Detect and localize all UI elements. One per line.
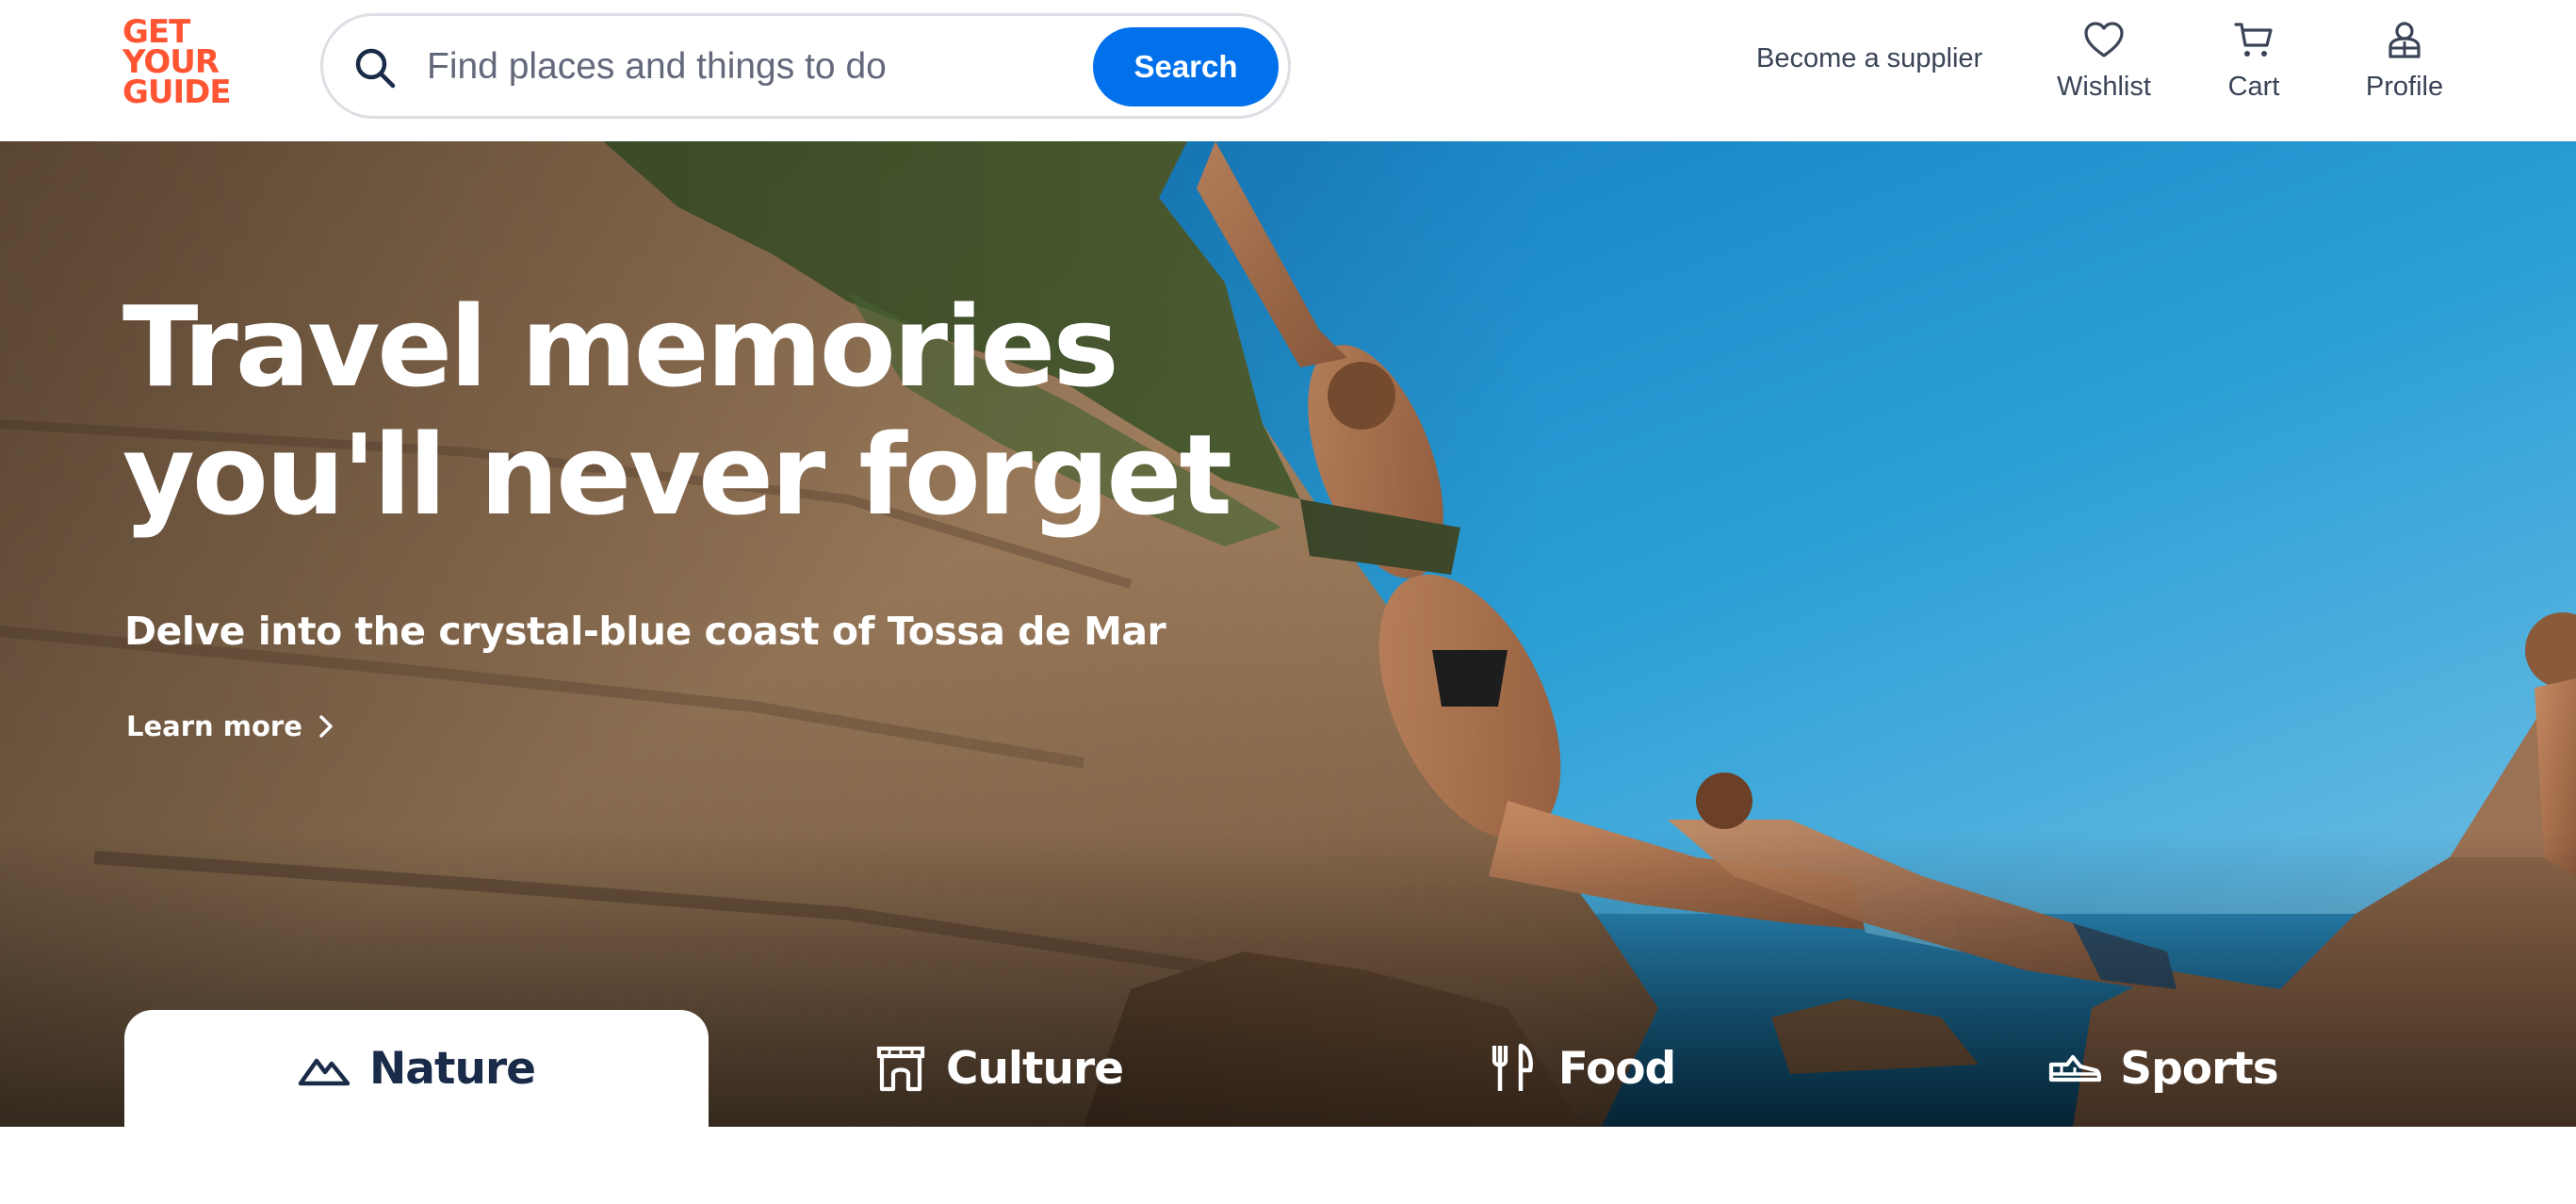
fork-knife-icon: [1492, 1043, 1533, 1091]
content-area: [0, 1127, 2576, 1204]
search-icon: [355, 48, 396, 89]
tab-sports[interactable]: Sports: [1871, 1010, 2455, 1127]
hero-banner: Travel memories you'll never forget Delv…: [0, 141, 2576, 1127]
sneaker-icon: [2049, 1054, 2102, 1082]
become-supplier-link[interactable]: Become a supplier: [1756, 43, 1982, 74]
hero-title-line-2: you'll never forget: [122, 410, 1232, 540]
tab-culture[interactable]: Culture: [707, 1010, 1291, 1127]
tab-food[interactable]: Food: [1289, 1010, 1873, 1127]
logo-line-3: GUIDE: [122, 73, 232, 111]
tab-culture-label: Culture: [945, 1042, 1124, 1095]
mountain-icon: [298, 1058, 351, 1086]
top-header: GET YOUR GUIDE Search Become a supplier …: [0, 0, 2576, 141]
hero-title: Travel memories you'll never forget: [122, 283, 1253, 539]
tab-sports-label: Sports: [2120, 1042, 2278, 1095]
chevron-right-icon: [319, 715, 333, 738]
profile-button[interactable]: Profile: [2339, 19, 2470, 113]
category-tabs: Nature Culture Food Sports: [124, 1010, 2452, 1127]
learn-more-link[interactable]: Learn more: [126, 710, 336, 742]
wishlist-label: Wishlist: [2057, 72, 2151, 102]
hero-title-line-1: Travel memories: [122, 282, 1119, 412]
search-input[interactable]: [427, 39, 1030, 95]
heart-icon: [2084, 22, 2124, 57]
wishlist-button[interactable]: Wishlist: [2038, 19, 2170, 113]
learn-more-label: Learn more: [126, 710, 302, 742]
getyourguide-logo[interactable]: GET YOUR GUIDE: [122, 16, 236, 111]
tab-nature[interactable]: Nature: [124, 1010, 709, 1127]
search-bar: Search: [320, 13, 1291, 119]
profile-icon: [2389, 22, 2421, 58]
tab-food-label: Food: [1557, 1042, 1676, 1095]
search-button[interactable]: Search: [1093, 27, 1279, 106]
cart-label: Cart: [2227, 72, 2280, 102]
tab-nature-label: Nature: [368, 1042, 536, 1095]
cart-icon: [2234, 23, 2273, 57]
hero-subtitle: Delve into the crystal-blue coast of Tos…: [124, 609, 1166, 654]
landmark-icon: [876, 1046, 925, 1092]
profile-label: Profile: [2365, 72, 2444, 102]
cart-button[interactable]: Cart: [2188, 19, 2320, 113]
